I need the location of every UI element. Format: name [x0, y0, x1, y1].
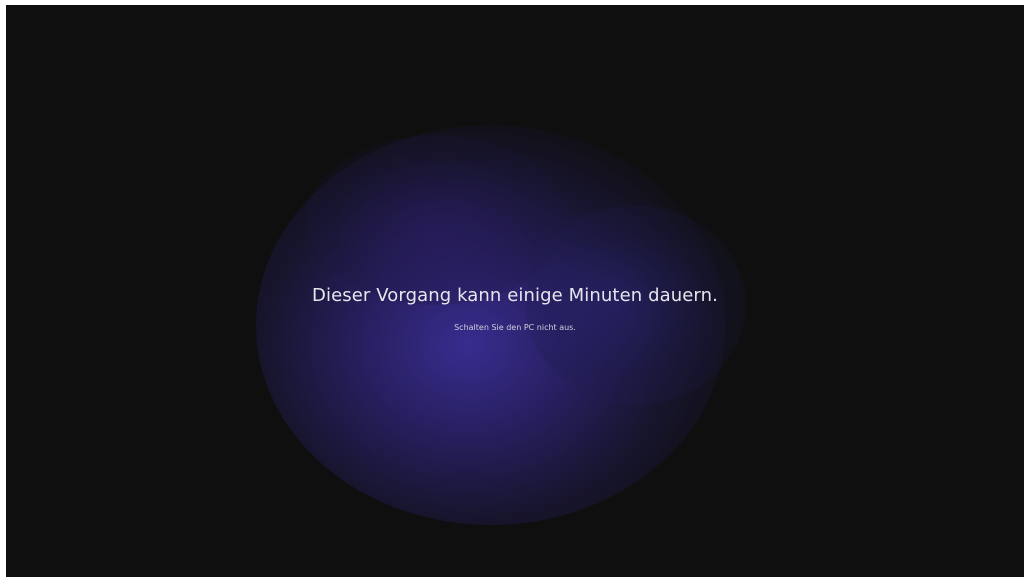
progress-headline: Dieser Vorgang kann einige Minuten dauer… — [312, 285, 718, 306]
power-off-warning: Schalten Sie den PC nicht aus. — [454, 323, 576, 332]
setup-screen: Dieser Vorgang kann einige Minuten dauer… — [6, 5, 1024, 577]
background-glow-top — [306, 135, 566, 305]
